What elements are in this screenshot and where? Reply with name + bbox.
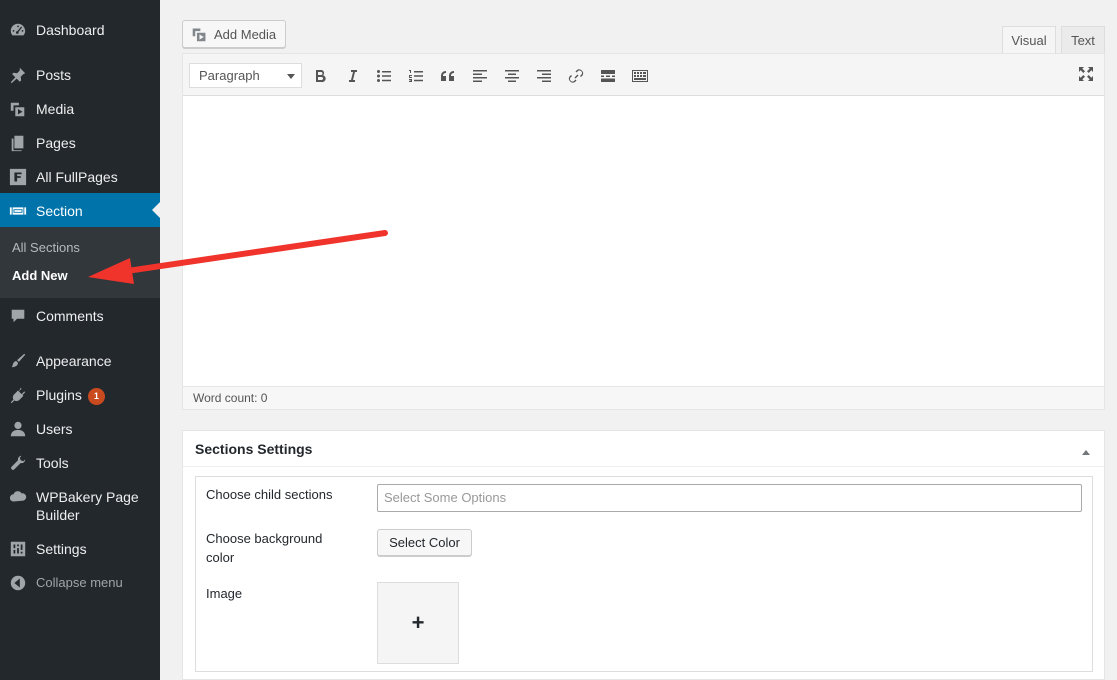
section-icon <box>8 201 28 221</box>
word-count: Word count: 0 <box>183 386 1104 409</box>
settings-fields: Choose child sections Select Some Option… <box>195 476 1093 672</box>
content-editor: Paragraph Word count: 0 <box>182 53 1105 410</box>
metabox-title: Sections Settings <box>195 441 313 457</box>
align-left-button[interactable] <box>469 66 491 86</box>
select-color-button[interactable]: Select Color <box>377 529 472 556</box>
sidebar-item-label: Pages <box>36 135 76 151</box>
admin-sidebar: Dashboard Posts Media Pages All FullPage… <box>0 0 160 680</box>
sidebar-item-comments[interactable]: Comments <box>0 306 160 326</box>
align-left-icon <box>473 70 487 82</box>
child-sections-select[interactable]: Select Some Options <box>377 484 1082 512</box>
collapse-toggle-icon[interactable] <box>1082 446 1090 455</box>
italic-icon <box>349 70 357 82</box>
add-media-icon <box>192 28 206 41</box>
sidebar-item-media[interactable]: Media <box>0 99 160 119</box>
media-icon <box>8 99 28 119</box>
numbered-list-button[interactable] <box>405 66 427 86</box>
sidebar-item-label: WPBakery Page Builder <box>36 489 139 523</box>
sidebar-item-label: Plugins 1 <box>36 385 105 405</box>
fullpage-logo-icon <box>8 167 28 187</box>
collapse-menu-button[interactable]: Collapse menu <box>0 573 160 593</box>
plugins-label: Plugins <box>36 387 82 403</box>
tab-text[interactable]: Text <box>1061 26 1105 54</box>
blockquote-button[interactable] <box>437 66 459 86</box>
sidebar-item-section[interactable]: Section <box>0 193 160 227</box>
format-select[interactable]: Paragraph <box>189 63 302 88</box>
add-media-label: Add Media <box>214 26 277 42</box>
sidebar-item-label: Users <box>36 421 73 437</box>
collapse-menu-label: Collapse menu <box>36 575 123 590</box>
align-center-icon <box>505 70 519 82</box>
blockquote-icon <box>441 71 454 81</box>
bullet-list-button[interactable] <box>373 66 395 86</box>
sidebar-item-pages[interactable]: Pages <box>0 133 160 153</box>
sidebar-item-fullpages[interactable]: All FullPages <box>0 167 160 187</box>
editor-toolbar: Paragraph <box>183 54 1104 96</box>
sidebar-item-settings[interactable]: Settings <box>0 539 160 559</box>
section-submenu: All Sections Add New <box>0 227 160 298</box>
insert-link-button[interactable] <box>565 66 587 86</box>
wrench-icon <box>8 453 28 473</box>
fullscreen-button[interactable] <box>1075 64 1097 84</box>
plug-icon <box>8 385 28 405</box>
sidebar-item-label: Settings <box>36 541 87 557</box>
sidebar-item-wpbakery[interactable]: WPBakery Page Builder <box>0 487 160 524</box>
sidebar-item-dashboard[interactable]: Dashboard <box>0 20 160 40</box>
align-right-icon <box>537 70 551 82</box>
sidebar-item-label: All FullPages <box>36 169 118 185</box>
image-label: Image <box>206 586 243 601</box>
user-icon <box>8 419 28 439</box>
sidebar-item-label: Media <box>36 101 75 117</box>
sidebar-item-posts[interactable]: Posts <box>0 65 160 85</box>
read-more-button[interactable] <box>597 66 619 86</box>
collapse-arrow-icon <box>8 573 28 593</box>
submenu-add-new[interactable]: Add New <box>12 268 68 283</box>
sections-settings-metabox: Sections Settings Choose child sections … <box>182 430 1105 680</box>
read-more-icon <box>601 70 615 82</box>
bold-button[interactable] <box>309 66 331 86</box>
cloud-icon <box>8 487 28 507</box>
pin-icon <box>8 65 28 85</box>
fullscreen-icon <box>1079 67 1093 81</box>
submenu-all-sections[interactable]: All Sections <box>12 240 80 255</box>
toolbar-toggle-button[interactable] <box>629 66 651 86</box>
pages-icon <box>8 133 28 153</box>
dashboard-icon <box>8 20 28 40</box>
settings-sliders-icon <box>8 539 28 559</box>
numbered-list-icon <box>409 70 423 82</box>
editor-text-area[interactable] <box>183 96 1104 386</box>
align-center-button[interactable] <box>501 66 523 86</box>
sidebar-item-tools[interactable]: Tools <box>0 453 160 473</box>
link-icon <box>568 69 584 83</box>
sidebar-item-label: Tools <box>36 455 69 471</box>
sidebar-item-label: Posts <box>36 67 72 83</box>
toolbar-toggle-icon <box>632 70 648 82</box>
sidebar-item-appearance[interactable]: Appearance <box>0 351 160 371</box>
update-count-badge: 1 <box>87 388 105 405</box>
add-image-button[interactable]: + <box>377 582 459 664</box>
sidebar-item-label: Section <box>36 203 83 219</box>
sidebar-item-plugins[interactable]: Plugins 1 <box>0 385 160 405</box>
sidebar-item-label: Dashboard <box>36 22 105 38</box>
sidebar-item-label: Appearance <box>36 353 112 369</box>
tab-visual[interactable]: Visual <box>1002 26 1056 54</box>
bold-icon <box>316 69 326 83</box>
sidebar-item-label: Comments <box>36 308 104 324</box>
paintbrush-icon <box>8 351 28 371</box>
background-color-label: Choose background color <box>206 531 323 565</box>
align-right-button[interactable] <box>533 66 555 86</box>
metabox-header[interactable]: Sections Settings <box>183 431 1104 467</box>
child-sections-label: Choose child sections <box>206 487 333 502</box>
italic-button[interactable] <box>341 66 363 86</box>
comment-icon <box>8 306 28 326</box>
bullet-list-icon <box>377 70 391 82</box>
add-media-button[interactable]: Add Media <box>182 20 286 48</box>
sidebar-item-users[interactable]: Users <box>0 419 160 439</box>
